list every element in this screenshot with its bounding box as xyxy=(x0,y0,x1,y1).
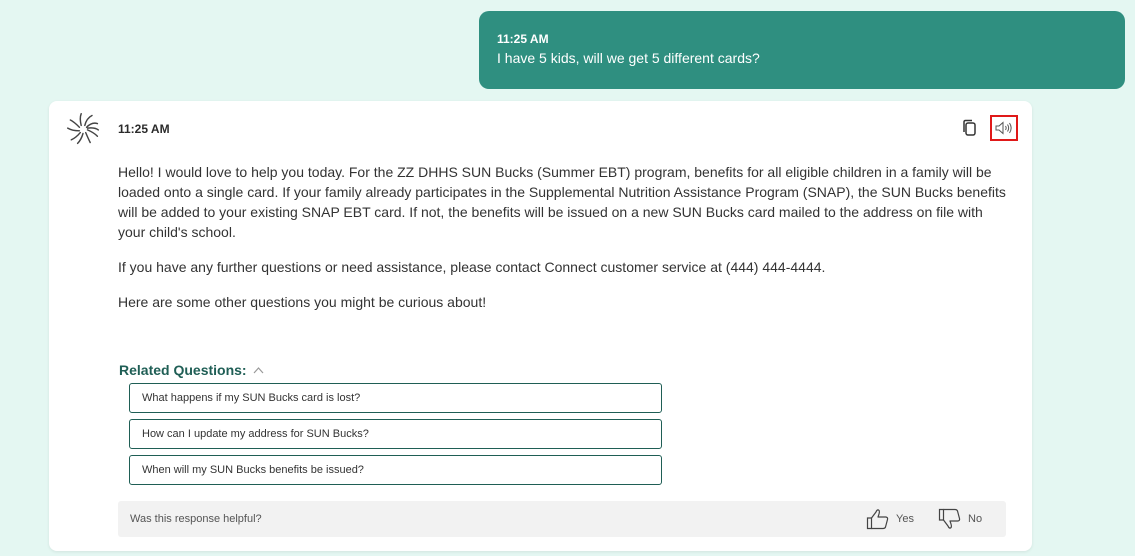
related-questions-heading: Related Questions: xyxy=(119,362,247,378)
bot-logo-icon xyxy=(66,112,100,145)
message-paragraph: Hello! I would love to help you today. F… xyxy=(118,164,1006,240)
feedback-bar: Was this response helpful? Yes No xyxy=(118,501,1006,537)
feedback-no-label: No xyxy=(968,513,983,525)
feedback-prompt: Was this response helpful? xyxy=(130,513,262,525)
message-paragraph: Here are some other questions you might … xyxy=(118,294,487,310)
feedback-yes-label: Yes xyxy=(896,513,914,525)
copy-icon[interactable] xyxy=(962,119,978,137)
related-question-button[interactable]: When will my SUN Bucks benefits be issue… xyxy=(129,455,662,485)
chevron-up-icon xyxy=(253,367,264,374)
bot-message-card: 11:25 AM Hello! I would love to help you… xyxy=(49,101,1032,551)
feedback-no-button[interactable]: No xyxy=(938,507,982,531)
bot-message-time: 11:25 AM xyxy=(118,122,170,136)
user-message-time: 11:25 AM xyxy=(497,32,549,46)
user-message-bubble: 11:25 AM I have 5 kids, will we get 5 di… xyxy=(479,11,1125,89)
read-aloud-button[interactable] xyxy=(990,115,1018,141)
user-message-text: I have 5 kids, will we get 5 different c… xyxy=(497,50,760,66)
thumbs-down-icon xyxy=(938,508,961,529)
related-question-button[interactable]: What happens if my SUN Bucks card is los… xyxy=(129,383,662,413)
related-questions-toggle[interactable]: Related Questions: xyxy=(119,362,264,378)
related-question-button[interactable]: How can I update my address for SUN Buck… xyxy=(129,419,662,449)
thumbs-up-icon xyxy=(866,509,889,530)
feedback-yes-button[interactable]: Yes xyxy=(866,507,914,531)
message-paragraph: If you have any further questions or nee… xyxy=(118,259,826,275)
bot-message-text: Hello! I would love to help you today. F… xyxy=(118,162,1010,327)
related-questions-list: What happens if my SUN Bucks card is los… xyxy=(129,383,662,491)
speaker-icon xyxy=(995,121,1012,135)
